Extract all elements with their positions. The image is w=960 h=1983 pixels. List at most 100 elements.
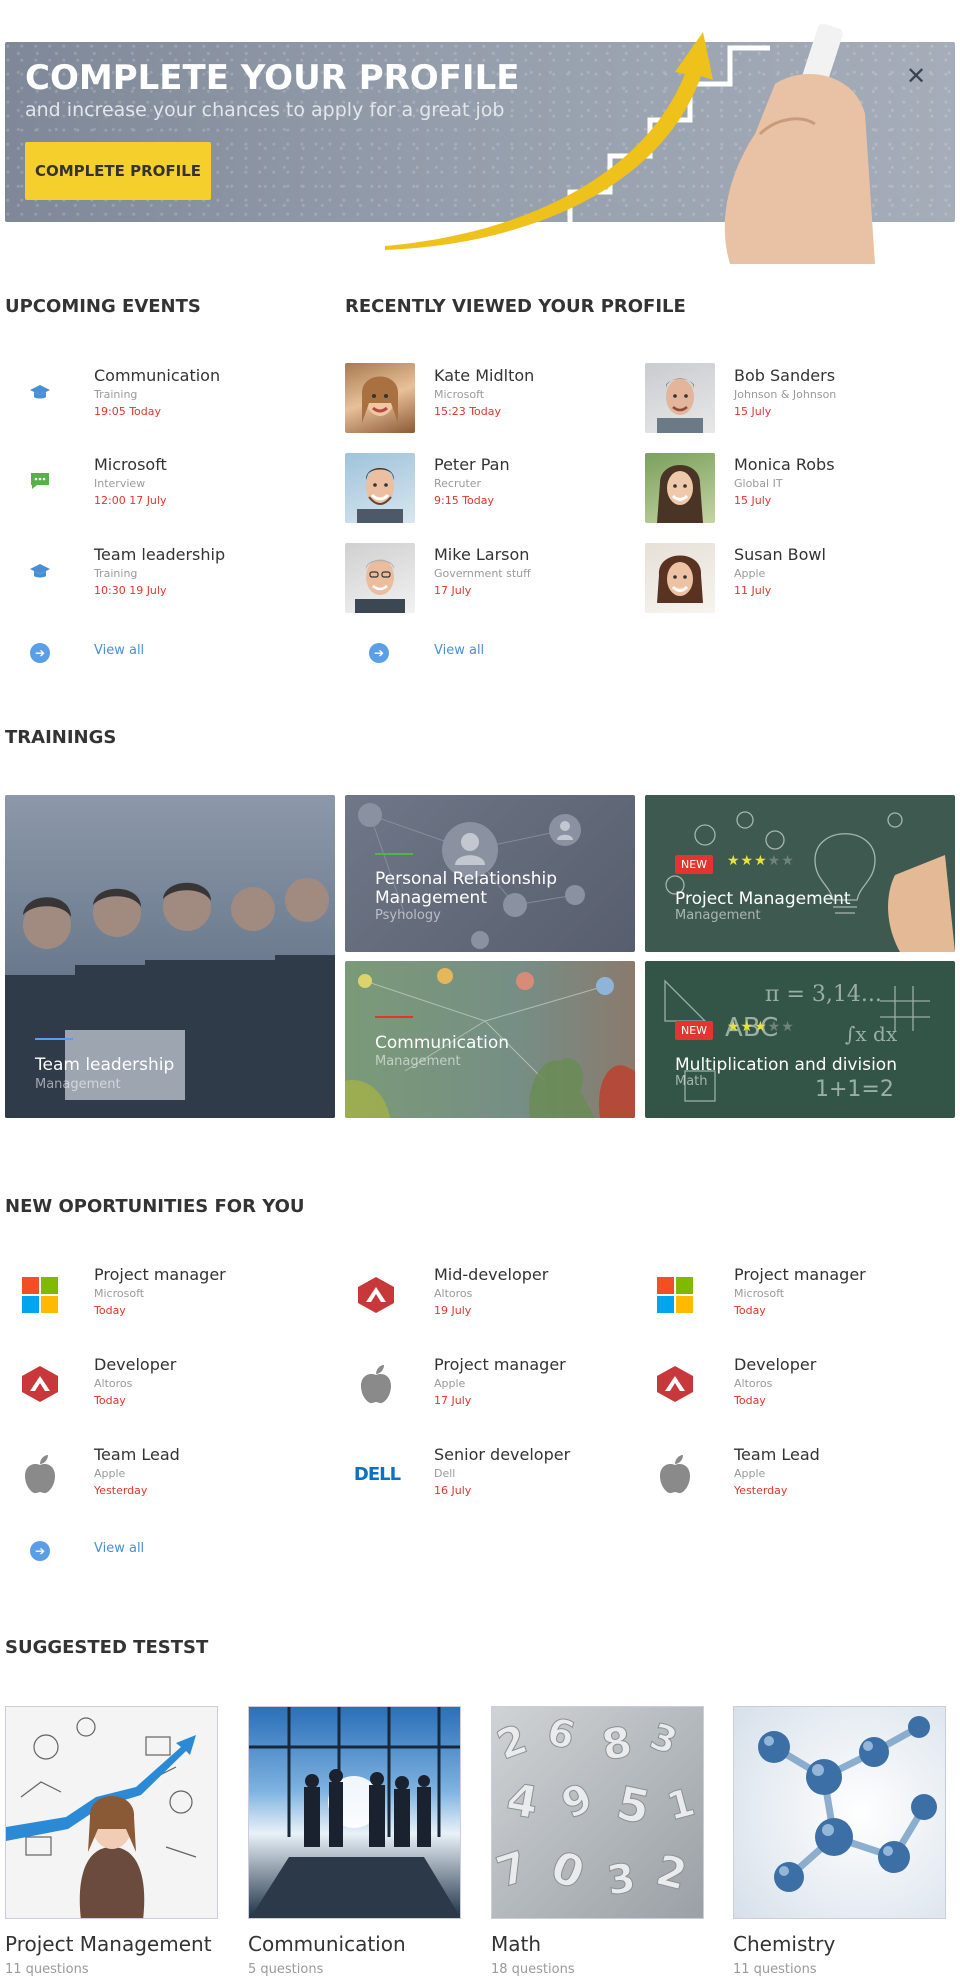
training-category: Management — [375, 1054, 461, 1069]
training-card-team-leadership[interactable]: Team leadership Management — [5, 795, 335, 1118]
banner-title: COMPLETE YOUR PROFILE — [25, 58, 520, 98]
test-image-math[interactable]: 2 6 8 3 4 9 5 1 7 0 3 2 — [491, 1706, 704, 1919]
dell-logo-text: DELL — [353, 1463, 401, 1485]
training-title: Personal Relationship Management — [375, 869, 558, 908]
test-title[interactable]: Project Management — [5, 1932, 212, 1956]
viewer-name[interactable]: Monica Robs — [734, 455, 835, 474]
test-image-project-management[interactable] — [5, 1706, 218, 1919]
training-category: Math — [675, 1074, 708, 1089]
complete-profile-button[interactable]: COMPLETE PROFILE — [25, 142, 211, 200]
test-title[interactable]: Chemistry — [733, 1932, 835, 1956]
dell-logo: DELL — [351, 1454, 403, 1494]
events-view-all-link[interactable]: View all — [94, 643, 144, 658]
avatar[interactable] — [345, 453, 415, 523]
job-title[interactable]: Project manager — [734, 1265, 866, 1284]
training-title: Communication — [375, 1033, 509, 1053]
test-title[interactable]: Math — [491, 1932, 541, 1956]
training-card-multiplication[interactable]: π = 3,14... ∫x dx 1+1=2 ABC NEW ★★★★★ Mu… — [645, 961, 955, 1118]
close-icon[interactable]: ✕ — [902, 62, 930, 90]
svg-text:π = 3,14...: π = 3,14... — [765, 982, 882, 1007]
arrow-right-icon[interactable]: ➔ — [30, 1541, 50, 1561]
3d-numbers-illustration: 2 6 8 3 4 9 5 1 7 0 3 2 — [492, 1708, 700, 1905]
category-bar — [375, 1016, 413, 1018]
viewer-name[interactable]: Mike Larson — [434, 545, 529, 564]
event-time: 19:05 Today — [94, 405, 162, 418]
job-title[interactable]: Developer — [94, 1355, 176, 1374]
svg-text:2: 2 — [492, 1716, 533, 1769]
viewer-name[interactable]: Bob Sanders — [734, 366, 835, 385]
event-type: Interview — [94, 477, 146, 490]
category-bar — [375, 853, 413, 855]
microsoft-logo — [655, 1275, 695, 1315]
arrow-right-icon[interactable]: ➔ — [369, 643, 389, 663]
job-company: Apple — [734, 1467, 766, 1480]
test-question-count: 11 questions — [5, 1962, 89, 1977]
suggested-tests-heading: SUGGESTED TESTST — [5, 1637, 209, 1658]
graduation-cap-icon — [25, 378, 55, 408]
svg-text:3: 3 — [604, 1855, 638, 1904]
svg-text:1: 1 — [662, 1780, 699, 1829]
test-question-count: 11 questions — [733, 1962, 817, 1977]
doodle-woman-illustration — [6, 1717, 197, 1918]
job-company: Altoros — [434, 1287, 473, 1300]
arrow-right-icon[interactable]: ➔ — [30, 643, 50, 663]
job-date: Yesterday — [734, 1484, 788, 1497]
test-title[interactable]: Communication — [248, 1932, 406, 1956]
job-company: Microsoft — [94, 1287, 145, 1300]
training-card-project-management[interactable]: NEW ★★★★★ Project Management Management — [645, 795, 955, 952]
avatar[interactable] — [345, 363, 415, 433]
job-title[interactable]: Developer — [734, 1355, 816, 1374]
job-title[interactable]: Team Lead — [94, 1445, 180, 1464]
job-title[interactable]: Project manager — [94, 1265, 226, 1284]
viewer-name[interactable]: Peter Pan — [434, 455, 510, 474]
svg-text:0: 0 — [544, 1841, 591, 1900]
viewer-time: 15 July — [734, 405, 772, 418]
job-company: Apple — [94, 1467, 126, 1480]
viewer-company: Recruter — [434, 477, 482, 490]
training-category: Psyhology — [375, 908, 441, 923]
job-date: 17 July — [434, 1394, 472, 1407]
svg-text:8: 8 — [598, 1717, 635, 1770]
event-title[interactable]: Microsoft — [94, 455, 167, 474]
microsoft-logo — [20, 1275, 60, 1315]
viewer-name[interactable]: Susan Bowl — [734, 545, 826, 564]
profile-views-view-all-link[interactable]: View all — [434, 643, 484, 658]
job-company: Altoros — [94, 1377, 133, 1390]
apple-logo — [655, 1454, 695, 1494]
test-image-chemistry[interactable] — [733, 1706, 946, 1919]
recently-viewed-heading: RECENTLY VIEWED YOUR PROFILE — [345, 296, 686, 317]
job-title[interactable]: Mid-developer — [434, 1265, 548, 1284]
test-image-communication[interactable] — [248, 1706, 461, 1919]
boardroom-illustration — [249, 1707, 460, 1918]
viewer-company: Global IT — [734, 477, 783, 490]
event-title[interactable]: Communication — [94, 366, 220, 385]
avatar[interactable] — [645, 543, 715, 613]
chat-icon — [25, 466, 55, 496]
avatar[interactable] — [645, 363, 715, 433]
avatar[interactable] — [345, 543, 415, 613]
job-title[interactable]: Team Lead — [734, 1445, 820, 1464]
event-title[interactable]: Team leadership — [94, 545, 225, 564]
avatar[interactable] — [645, 453, 715, 523]
training-card-personal-relationship[interactable]: Personal Relationship Management Psyholo… — [345, 795, 635, 952]
test-question-count: 5 questions — [248, 1962, 324, 1977]
job-company: Altoros — [734, 1377, 773, 1390]
altoros-logo — [20, 1364, 60, 1404]
banner-subtitle: and increase your chances to apply for a… — [25, 99, 505, 121]
training-card-communication[interactable]: Communication Management — [345, 961, 635, 1118]
job-date: 19 July — [434, 1304, 472, 1317]
stairs-arrow-illustration — [385, 23, 875, 264]
training-category: Management — [35, 1077, 121, 1092]
job-company: Microsoft — [734, 1287, 785, 1300]
job-title[interactable]: Senior developer — [434, 1445, 570, 1464]
svg-text:5: 5 — [612, 1775, 655, 1834]
apple-logo — [356, 1364, 396, 1404]
job-title[interactable]: Project manager — [434, 1355, 566, 1374]
apple-logo — [20, 1454, 60, 1494]
viewer-time: 15 July — [734, 494, 772, 507]
viewer-name[interactable]: Kate Midlton — [434, 366, 534, 385]
opportunities-heading: NEW OPORTUNITIES FOR YOU — [5, 1196, 305, 1217]
svg-text:3: 3 — [645, 1716, 683, 1763]
opportunities-view-all-link[interactable]: View all — [94, 1541, 144, 1556]
viewer-time: 9:15 Today — [434, 494, 495, 507]
